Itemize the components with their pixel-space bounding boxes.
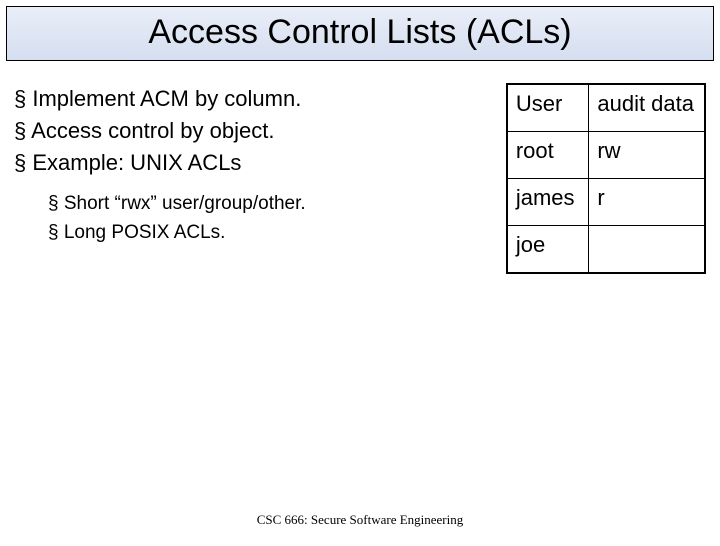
- cell-perm: r: [589, 179, 705, 226]
- title-banner: Access Control Lists (ACLs): [6, 6, 714, 61]
- bullet-column: Implement ACM by column. Access control …: [14, 83, 506, 274]
- table-row: james r: [507, 179, 705, 226]
- main-bullet-list: Implement ACM by column. Access control …: [14, 83, 494, 179]
- acl-table: User audit data root rw james r joe: [506, 83, 706, 274]
- content-area: Implement ACM by column. Access control …: [0, 61, 720, 274]
- table-column: User audit data root rw james r joe: [506, 83, 706, 274]
- cell-perm: audit data: [589, 84, 705, 132]
- cell-perm: [589, 226, 705, 274]
- cell-user: james: [507, 179, 589, 226]
- cell-user: root: [507, 132, 589, 179]
- list-item: Implement ACM by column.: [14, 83, 494, 115]
- cell-user: User: [507, 84, 589, 132]
- cell-user: joe: [507, 226, 589, 274]
- list-item: Long POSIX ACLs.: [48, 218, 494, 247]
- sub-bullet-list: Short “rwx” user/group/other. Long POSIX…: [48, 189, 494, 248]
- table-row: root rw: [507, 132, 705, 179]
- list-item: Example: UNIX ACLs: [14, 147, 494, 179]
- table-row: joe: [507, 226, 705, 274]
- slide-title: Access Control Lists (ACLs): [7, 13, 713, 52]
- cell-perm: rw: [589, 132, 705, 179]
- slide-footer: CSC 666: Secure Software Engineering: [0, 512, 720, 528]
- table-row: User audit data: [507, 84, 705, 132]
- list-item: Access control by object.: [14, 115, 494, 147]
- list-item: Short “rwx” user/group/other.: [48, 189, 494, 218]
